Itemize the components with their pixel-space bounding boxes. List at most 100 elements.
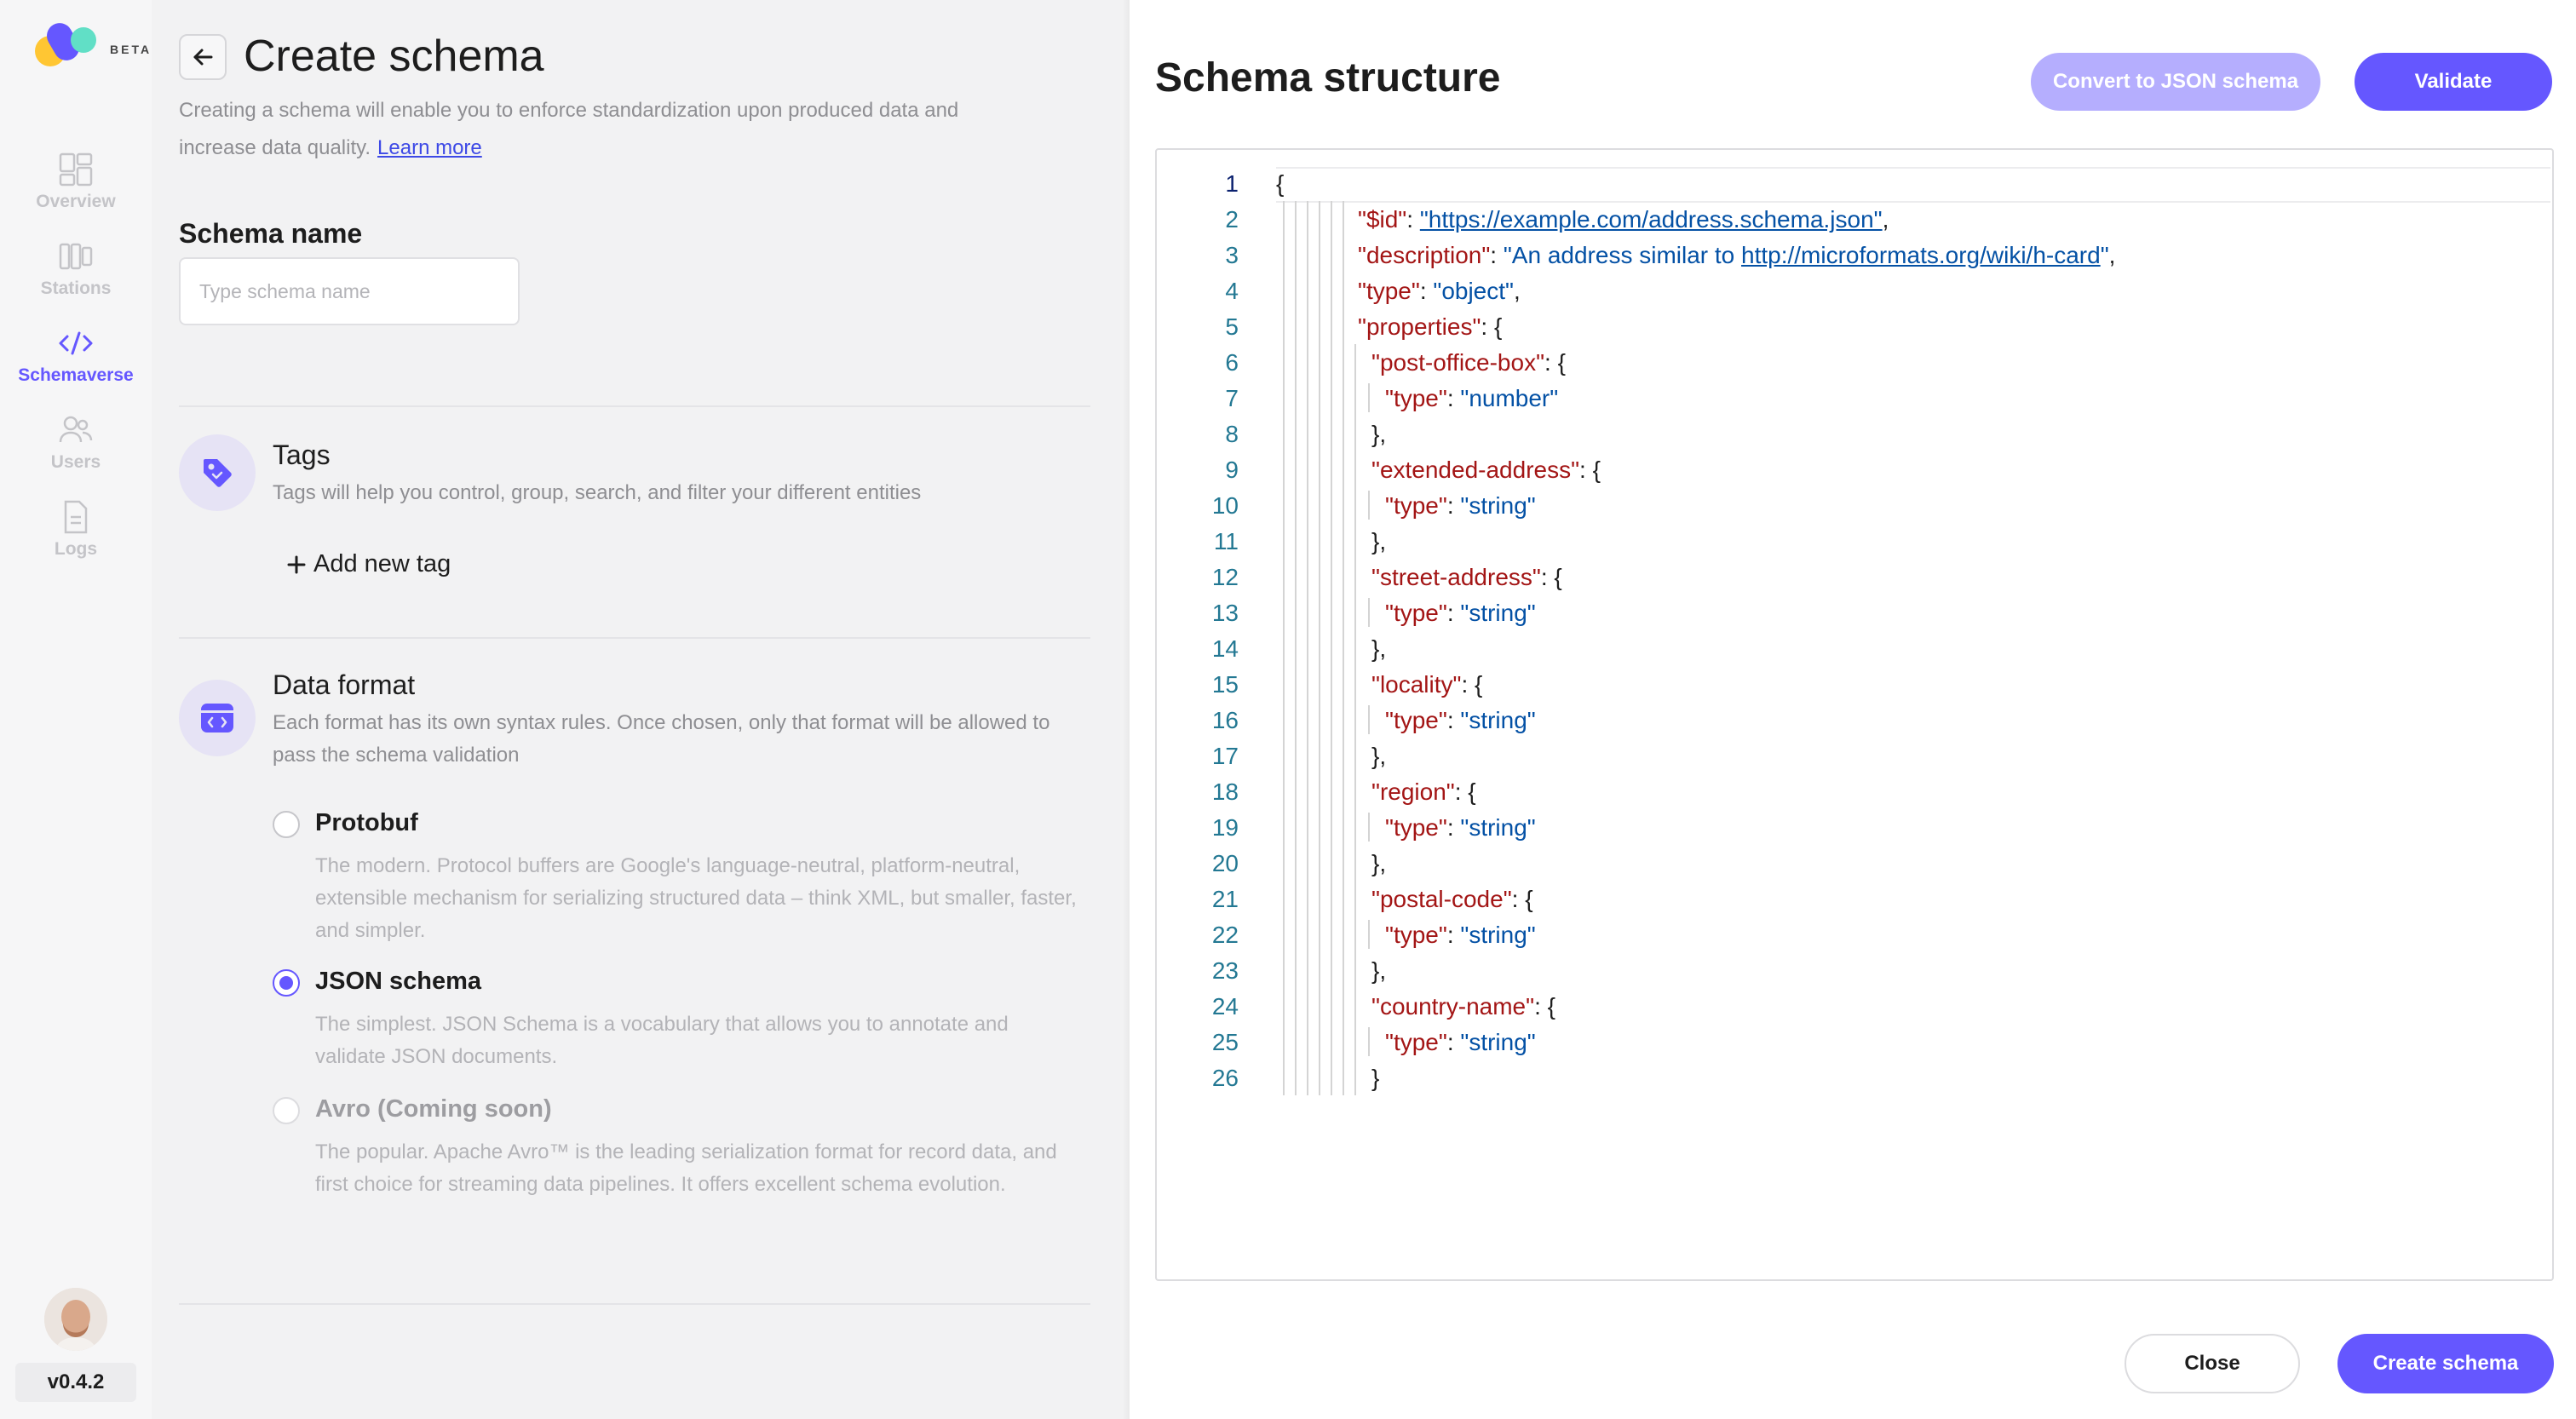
json-punctuation: : bbox=[1406, 206, 1420, 233]
close-button[interactable]: Close bbox=[2125, 1334, 2300, 1393]
line-number: 6 bbox=[1225, 349, 1239, 376]
json-key: "locality" bbox=[1371, 671, 1462, 698]
json-punctuation: : { bbox=[1481, 313, 1503, 340]
json-punctuation: : bbox=[1446, 1029, 1461, 1055]
back-button[interactable] bbox=[179, 34, 227, 80]
json-string: "An address similar to bbox=[1503, 242, 1742, 268]
option-avro-description: The popular. Apache Avro™ is the leading… bbox=[315, 1140, 1057, 1196]
option-protobuf-title[interactable]: Protobuf bbox=[315, 809, 418, 837]
beta-badge: BETA bbox=[110, 43, 152, 56]
code-text: "extended-address": { bbox=[1371, 457, 1601, 484]
line-number: 2 bbox=[1225, 206, 1239, 233]
schema-name-input[interactable] bbox=[179, 257, 520, 325]
indent-guide bbox=[1354, 344, 1356, 1095]
line-number: 1 bbox=[1225, 170, 1239, 197]
learn-more-link[interactable]: Learn more bbox=[377, 136, 482, 159]
json-punctuation: : { bbox=[1461, 671, 1483, 698]
json-string: "string" bbox=[1460, 707, 1536, 733]
code-text: { bbox=[1276, 170, 1284, 198]
sidebar-item-label: Stations bbox=[40, 279, 112, 298]
tag-icon bbox=[204, 459, 232, 487]
code-icon bbox=[59, 331, 93, 355]
code-text: "type": "object", bbox=[1358, 278, 1521, 305]
json-punctuation: : { bbox=[1511, 886, 1533, 912]
code-line: 17}, bbox=[1157, 738, 2552, 773]
schema-name-label: Schema name bbox=[179, 218, 363, 249]
line-number: 21 bbox=[1211, 886, 1239, 912]
sidebar-item-stations[interactable]: Stations bbox=[0, 225, 152, 312]
code-window-icon bbox=[201, 704, 233, 732]
sidebar-item-schemaverse[interactable]: Schemaverse bbox=[0, 312, 152, 399]
line-number: 17 bbox=[1211, 743, 1239, 769]
line-number: 24 bbox=[1211, 993, 1239, 1020]
avatar[interactable] bbox=[44, 1288, 107, 1351]
code-line: 9 "extended-address": { bbox=[1157, 451, 2552, 487]
code-text: "postal-code": { bbox=[1371, 886, 1533, 913]
code-text: "type": "string" bbox=[1385, 492, 1536, 520]
code-line: 16 "type": "string" bbox=[1157, 702, 2552, 738]
line-number: 25 bbox=[1211, 1029, 1239, 1055]
code-line: 5 "properties": { bbox=[1157, 308, 2552, 344]
indent-guide bbox=[1368, 598, 1370, 627]
line-number: 13 bbox=[1211, 600, 1239, 626]
code-line: 18 "region": { bbox=[1157, 773, 2552, 809]
create-schema-button[interactable]: Create schema bbox=[2337, 1334, 2554, 1393]
radio-json-schema[interactable] bbox=[273, 969, 300, 997]
json-punctuation: : { bbox=[1540, 564, 1562, 590]
sidebar-item-overview[interactable]: Overview bbox=[0, 138, 152, 225]
line-number: 18 bbox=[1211, 778, 1239, 805]
code-line: 2 "$id": "https://example.com/address.sch… bbox=[1157, 201, 2552, 237]
json-key: "type" bbox=[1385, 492, 1447, 519]
indent-guide bbox=[1368, 920, 1370, 949]
option-json-schema-title[interactable]: JSON schema bbox=[315, 968, 481, 996]
radio-protobuf[interactable] bbox=[273, 811, 300, 838]
json-punctuation: : { bbox=[1454, 778, 1476, 805]
json-punctuation: : bbox=[1446, 600, 1461, 626]
line-number: 5 bbox=[1225, 313, 1239, 340]
code-line: 21 "postal-code": { bbox=[1157, 881, 2552, 916]
schema-structure-title: Schema structure bbox=[1155, 55, 1501, 101]
code-line: 19 "type": "string" bbox=[1157, 809, 2552, 845]
json-string[interactable]: http://microformats.org/wiki/h-card bbox=[1741, 242, 2101, 268]
convert-to-json-schema-button[interactable]: Convert to JSON schema bbox=[2031, 53, 2320, 111]
code-text: }, bbox=[1371, 528, 1386, 555]
line-number: 11 bbox=[1213, 528, 1239, 554]
line-number: 8 bbox=[1225, 421, 1239, 447]
add-new-tag-label: Add new tag bbox=[313, 550, 451, 577]
json-punctuation: }, bbox=[1371, 528, 1387, 554]
sidebar-item-label: Overview bbox=[36, 192, 116, 211]
sidebar-item-users[interactable]: Users bbox=[0, 399, 152, 485]
option-json-schema-description: The simplest. JSON Schema is a vocabular… bbox=[315, 1013, 1009, 1068]
json-key: "type" bbox=[1385, 600, 1447, 626]
json-string: "string" bbox=[1460, 922, 1536, 948]
code-line: 1{ bbox=[1157, 165, 2552, 201]
code-editor[interactable]: 1{2 "$id": "https://example.com/address.s… bbox=[1155, 148, 2554, 1281]
line-number: 4 bbox=[1225, 278, 1239, 304]
sidebar-item-logs[interactable]: Logs bbox=[0, 485, 152, 572]
schema-structure-panel: Schema structure Convert to JSON schema … bbox=[1130, 0, 2576, 1419]
code-line: 6 "post-office-box": { bbox=[1157, 344, 2552, 380]
json-punctuation: , bbox=[1513, 278, 1521, 304]
page-title: Create schema bbox=[244, 32, 544, 81]
line-number: 20 bbox=[1211, 850, 1239, 876]
add-new-tag-button[interactable]: Add new tag bbox=[286, 550, 451, 578]
json-punctuation: { bbox=[1276, 170, 1285, 197]
json-punctuation: }, bbox=[1371, 743, 1387, 769]
code-text: "type": "string" bbox=[1385, 922, 1536, 949]
memphis-logo[interactable]: BETA bbox=[16, 10, 149, 78]
json-key: "type" bbox=[1385, 922, 1447, 948]
plus-icon bbox=[287, 555, 306, 573]
line-number: 3 bbox=[1225, 242, 1239, 268]
json-string[interactable]: "https://example.com/address.schema.json… bbox=[1420, 206, 1883, 233]
json-string: "number" bbox=[1460, 385, 1559, 411]
tags-title: Tags bbox=[273, 439, 331, 470]
data-format-title: Data format bbox=[273, 669, 416, 700]
code-text: }, bbox=[1371, 850, 1386, 877]
indent-guide bbox=[1368, 1027, 1370, 1056]
json-punctuation: : bbox=[1446, 707, 1461, 733]
code-text: "type": "string" bbox=[1385, 600, 1536, 627]
line-number: 16 bbox=[1211, 707, 1239, 733]
logo-shape-teal bbox=[71, 27, 96, 53]
validate-button[interactable]: Validate bbox=[2355, 53, 2552, 111]
page-description: Creating a schema will enable you to enf… bbox=[179, 92, 963, 167]
